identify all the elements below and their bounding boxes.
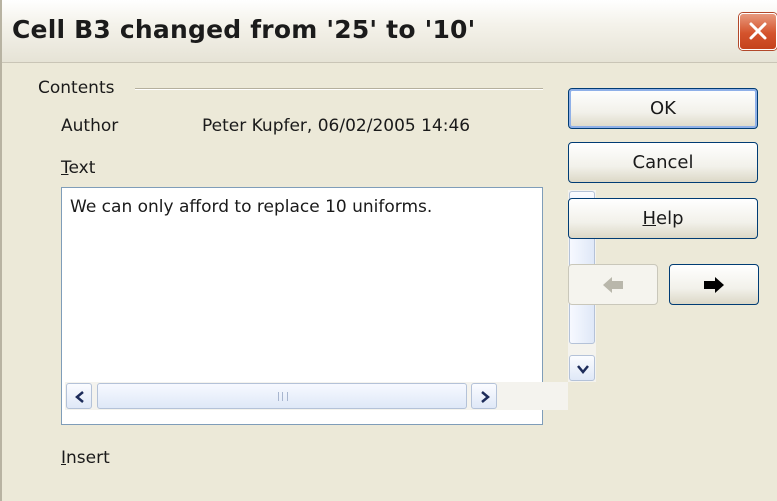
right-arrow-icon bbox=[704, 277, 724, 293]
text-label-rest: ext bbox=[68, 158, 96, 178]
horizontal-scroll-thumb[interactable] bbox=[97, 383, 467, 409]
arrow-down-icon bbox=[577, 365, 589, 374]
close-button[interactable] bbox=[739, 13, 777, 50]
text-label-mnemonic: T bbox=[61, 158, 69, 178]
cancel-button[interactable]: Cancel bbox=[568, 142, 758, 183]
author-label: Author bbox=[61, 116, 119, 136]
scrollbar-corner bbox=[568, 382, 596, 410]
close-icon bbox=[749, 22, 767, 40]
scroll-right-button[interactable] bbox=[471, 383, 497, 409]
comment-textarea[interactable]: We can only afford to replace 10 uniform… bbox=[61, 187, 596, 425]
contents-section-label: Contents bbox=[38, 78, 115, 98]
scroll-left-button[interactable] bbox=[66, 383, 92, 409]
insert-label-rest: nsert bbox=[66, 448, 110, 468]
author-value: Peter Kupfer, 06/02/2005 14:46 bbox=[202, 116, 471, 136]
insert-label: Insert bbox=[61, 448, 110, 468]
left-arrow-icon bbox=[603, 277, 623, 293]
arrow-right-icon bbox=[481, 391, 490, 403]
help-button[interactable]: Help bbox=[568, 198, 758, 239]
dialog-window: Cell B3 changed from '25' to '10' Conten… bbox=[0, 0, 777, 501]
next-button[interactable] bbox=[669, 264, 759, 305]
grip-icon bbox=[278, 392, 288, 401]
help-mnemonic: H bbox=[642, 208, 657, 229]
horizontal-scrollbar[interactable] bbox=[65, 382, 569, 410]
arrow-left-icon bbox=[75, 391, 84, 403]
scroll-down-button[interactable] bbox=[569, 355, 595, 381]
previous-button[interactable] bbox=[568, 264, 658, 305]
comment-text[interactable]: We can only afford to replace 10 uniform… bbox=[70, 197, 432, 217]
text-label: Text bbox=[61, 158, 95, 178]
ok-button[interactable]: OK bbox=[568, 88, 758, 129]
help-label-rest: elp bbox=[656, 208, 684, 229]
contents-divider bbox=[135, 88, 543, 90]
title-bar: Cell B3 changed from '25' to '10' bbox=[2, 0, 777, 63]
dialog-title: Cell B3 changed from '25' to '10' bbox=[12, 15, 476, 44]
